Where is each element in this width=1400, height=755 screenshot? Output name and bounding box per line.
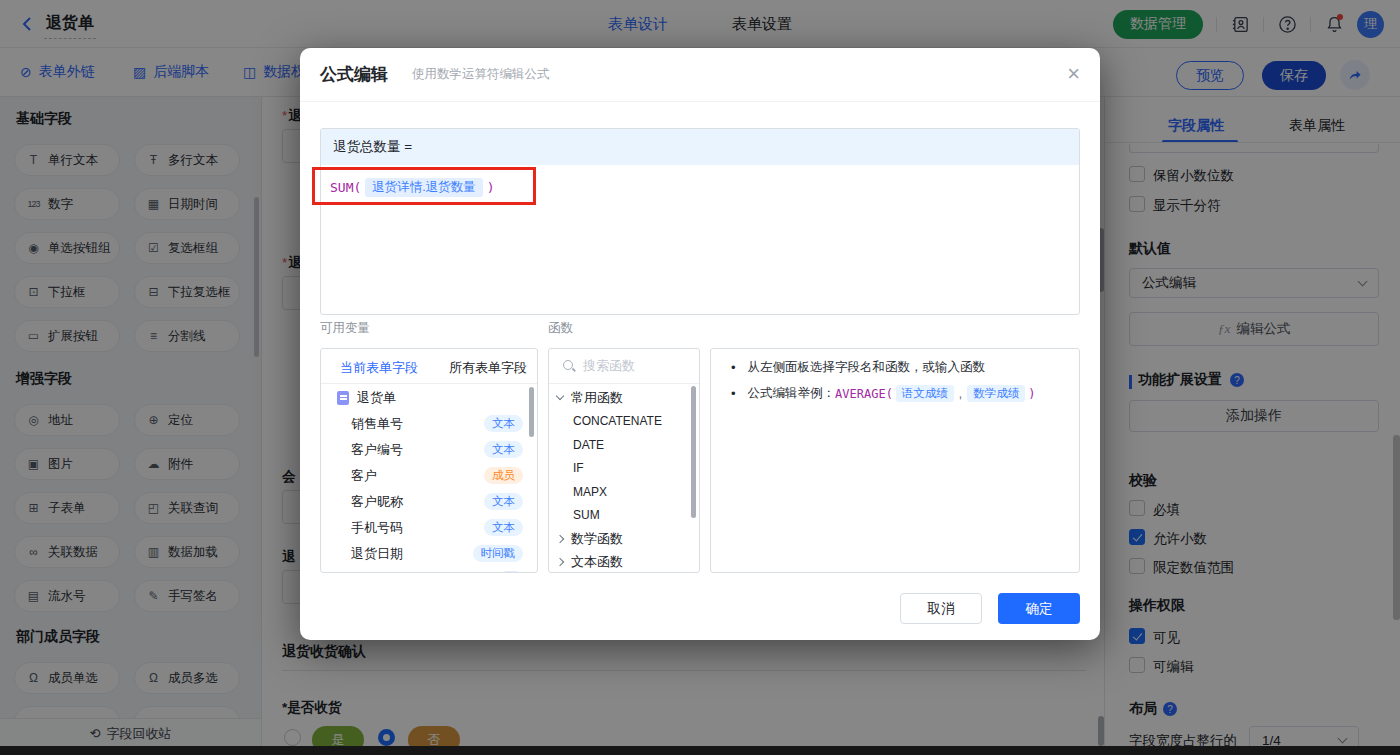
variable-row[interactable]: 客户编号 [351, 437, 403, 463]
bullet-icon: • [731, 386, 736, 401]
function-group[interactable]: 数学函数 [557, 527, 623, 550]
function-group[interactable]: 文本函数 [557, 550, 623, 573]
variables-panel: 当前表单字段 所有表单字段 退货单 销售单号文本 客户编号文本 客户成员 客户昵… [320, 348, 538, 573]
tab-all-form-fields[interactable]: 所有表单字段 [449, 359, 527, 377]
type-badge: 时间戳 [473, 545, 524, 562]
variable-row[interactable]: 手机号码 [351, 515, 403, 541]
function-group[interactable]: 常用函数 [557, 386, 623, 409]
app-root: 退货单 表单设计 表单设置 数据管理 理 ⊘表单外链 ▨后端脚本 ◫数据权 预览… [0, 0, 1400, 755]
example-chip: 数学成绩 [967, 385, 1025, 402]
variables-scrollbar[interactable] [529, 387, 534, 437]
function-item[interactable]: DATE [573, 433, 604, 456]
variable-row[interactable]: 销售单号 [351, 411, 403, 437]
type-badge: 文本 [484, 441, 523, 458]
help-line: •从左侧面板选择字段名和函数，或输入函数 [731, 359, 985, 376]
modal-title: 公式编辑 [320, 63, 388, 86]
tab-current-form-fields[interactable]: 当前表单字段 [340, 359, 418, 377]
form-doc-icon [337, 391, 349, 405]
help-panel: •从左侧面板选择字段名和函数，或输入函数 •公式编辑举例：AVERAGE(语文成… [710, 348, 1080, 573]
close-icon[interactable]: × [1067, 61, 1080, 87]
confirm-button[interactable]: 确定 [998, 593, 1080, 624]
variables-tabs: 当前表单字段 所有表单字段 [321, 349, 537, 384]
function-item[interactable]: CONCATENATE [573, 409, 662, 432]
variable-row[interactable]: 客户 [351, 463, 377, 489]
example-chip: 语文成绩 [896, 385, 954, 402]
cancel-button[interactable]: 取消 [900, 593, 982, 624]
search-placeholder: 搜索函数 [583, 357, 635, 375]
help-example-line: •公式编辑举例：AVERAGE(语文成绩,数学成绩) [731, 385, 1035, 402]
search-icon [563, 360, 575, 372]
type-badge: 成员 [484, 467, 523, 484]
modal-header: 公式编辑 使用数学运算符编辑公式 [300, 48, 1100, 102]
variables-label: 可用变量 [320, 320, 370, 337]
function-item[interactable]: SUM [573, 503, 600, 526]
type-badge: 文本 [484, 493, 523, 510]
bullet-icon: • [731, 360, 736, 375]
tree-root[interactable]: 退货单 [337, 385, 396, 411]
function-item[interactable]: IF [573, 456, 584, 479]
formula-editor-modal: 公式编辑 使用数学运算符编辑公式 × 退货总数量 = SUM(退货详情.退货数量… [300, 48, 1100, 640]
chevron-right-icon [556, 534, 564, 542]
variable-row[interactable]: 退货日期 [351, 541, 403, 567]
functions-scrollbar[interactable] [691, 386, 696, 518]
variable-row[interactable]: 客户昵称 [351, 489, 403, 515]
function-search[interactable]: 搜索函数 [549, 349, 699, 384]
chevron-down-icon [556, 392, 564, 400]
annotation-red-box [312, 167, 536, 205]
type-badge: 文本 [484, 415, 523, 432]
functions-label: 函数 [548, 320, 573, 337]
chevron-right-icon [556, 557, 564, 565]
function-item[interactable]: MAPX [573, 480, 607, 503]
modal-subtitle: 使用数学运算符编辑公式 [412, 66, 550, 83]
type-badge-partial [499, 571, 523, 573]
type-badge: 文本 [484, 519, 523, 536]
formula-editor-box[interactable]: 退货总数量 = [320, 128, 1080, 315]
formula-target: 退货总数量 = [321, 129, 1079, 165]
functions-panel: 搜索函数 常用函数 CONCATENATE DATE IF MAPX SUM 数… [548, 348, 700, 573]
